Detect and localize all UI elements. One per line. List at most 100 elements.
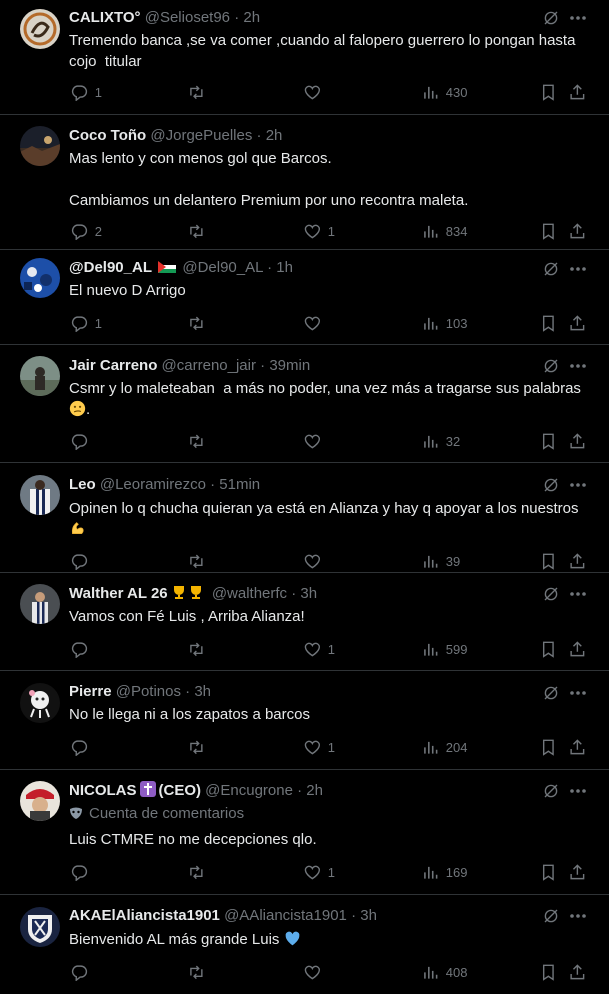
retweet-button[interactable] (187, 221, 206, 241)
reply-button[interactable] (70, 551, 89, 571)
timestamp[interactable]: 2h (266, 127, 283, 144)
bookmark-button[interactable] (539, 737, 558, 757)
share-button[interactable] (568, 862, 587, 882)
like-button[interactable]: 1 (303, 221, 335, 241)
views-button[interactable]: 103 (421, 313, 467, 333)
handle[interactable]: @Leoramirezco (100, 476, 206, 493)
timestamp[interactable]: 1h (276, 259, 293, 276)
views-button[interactable]: 430 (421, 82, 467, 102)
reply-button[interactable] (70, 431, 89, 451)
avatar[interactable] (20, 475, 60, 515)
views-button[interactable]: 169 (421, 862, 467, 882)
reply-button[interactable] (70, 639, 89, 659)
avatar[interactable] (20, 9, 60, 49)
share-button[interactable] (568, 639, 587, 659)
tweet-card[interactable]: NICOLAS (CEO) @Encugrone · 2h Cuenta de c… (0, 770, 609, 895)
timestamp[interactable]: 3h (360, 907, 377, 924)
display-name[interactable]: CALIXTO° (69, 9, 141, 26)
share-button[interactable] (568, 431, 587, 451)
grok-icon[interactable] (542, 357, 560, 375)
tweet-card[interactable]: AKAElAliancista1901 @AAliancista1901 · 3… (0, 895, 609, 994)
more-options-icon[interactable] (568, 907, 588, 925)
retweet-button[interactable] (187, 82, 206, 102)
tweet-card[interactable]: Walther AL 26 @waltherfc · 3h Vamos con … (0, 573, 609, 671)
handle[interactable]: @JorgePuelles (150, 127, 252, 144)
more-options-icon[interactable] (568, 357, 588, 375)
reply-button[interactable] (70, 737, 89, 757)
retweet-button[interactable] (187, 862, 206, 882)
bookmark-button[interactable] (539, 862, 558, 882)
display-name[interactable]: Leo (69, 476, 96, 493)
more-options-icon[interactable] (568, 684, 588, 702)
timestamp[interactable]: 39min (269, 357, 310, 374)
avatar[interactable] (20, 126, 60, 166)
views-button[interactable]: 599 (421, 639, 467, 659)
like-button[interactable]: 1 (303, 862, 335, 882)
retweet-button[interactable] (187, 313, 206, 333)
handle[interactable]: @Selioset96 (145, 9, 230, 26)
like-button[interactable] (303, 431, 322, 451)
avatar[interactable] (20, 584, 60, 624)
display-name[interactable]: Walther AL 26 (69, 585, 168, 602)
views-button[interactable]: 204 (421, 737, 467, 757)
display-name[interactable]: Coco Toño (69, 127, 146, 144)
display-name-suffix[interactable]: (CEO) (159, 782, 202, 799)
reply-button[interactable]: 1 (70, 313, 102, 333)
tweet-card[interactable]: CALIXTO° @Selioset96 · 2h Tremendo banca… (0, 0, 609, 115)
like-button[interactable] (303, 551, 322, 571)
display-name[interactable]: AKAElAliancista1901 (69, 907, 220, 924)
more-options-icon[interactable] (568, 585, 588, 603)
bookmark-button[interactable] (539, 313, 558, 333)
more-options-icon[interactable] (568, 260, 588, 278)
grok-icon[interactable] (542, 907, 560, 925)
retweet-button[interactable] (187, 962, 206, 982)
bookmark-button[interactable] (539, 221, 558, 241)
avatar[interactable] (20, 683, 60, 723)
display-name[interactable]: Jair Carreno (69, 357, 157, 374)
like-button[interactable] (303, 82, 322, 102)
grok-icon[interactable] (542, 585, 560, 603)
avatar[interactable] (20, 907, 60, 947)
share-button[interactable] (568, 82, 587, 102)
retweet-button[interactable] (187, 431, 206, 451)
avatar[interactable] (20, 258, 60, 298)
like-button[interactable] (303, 962, 322, 982)
tweet-card[interactable]: Jair Carreno @carreno_jair · 39min Csmr … (0, 345, 609, 463)
tweet-card[interactable]: @Del90_AL @Del90_AL · 1h El nuevo D Arri… (0, 250, 609, 345)
reply-button[interactable] (70, 862, 89, 882)
views-button[interactable]: 834 (421, 221, 467, 241)
timestamp[interactable]: 51min (219, 476, 260, 493)
timestamp[interactable]: 2h (306, 782, 323, 799)
grok-icon[interactable] (542, 9, 560, 27)
more-options-icon[interactable] (568, 476, 588, 494)
more-options-icon[interactable] (568, 9, 588, 27)
share-button[interactable] (568, 313, 587, 333)
retweet-button[interactable] (187, 737, 206, 757)
share-button[interactable] (568, 962, 587, 982)
tweet-card[interactable]: Leo @Leoramirezco · 51min Opinen lo q ch… (0, 463, 609, 573)
handle[interactable]: @Encugrone (205, 782, 293, 799)
like-button[interactable]: 1 (303, 639, 335, 659)
reply-button[interactable]: 1 (70, 82, 102, 102)
bookmark-button[interactable] (539, 551, 558, 571)
handle[interactable]: @Del90_AL (182, 259, 263, 276)
tweet-card[interactable]: Pierre @Potinos · 3h No le llega ni a lo… (0, 671, 609, 770)
timestamp[interactable]: 3h (194, 683, 211, 700)
bookmark-button[interactable] (539, 962, 558, 982)
timestamp[interactable]: 3h (300, 585, 317, 602)
views-button[interactable]: 408 (421, 962, 467, 982)
grok-icon[interactable] (542, 476, 560, 494)
more-options-icon[interactable] (568, 782, 588, 800)
like-button[interactable]: 1 (303, 737, 335, 757)
share-button[interactable] (568, 551, 587, 571)
display-name[interactable]: @Del90_AL (69, 259, 152, 276)
handle[interactable]: @Potinos (116, 683, 181, 700)
display-name[interactable]: Pierre (69, 683, 112, 700)
retweet-button[interactable] (187, 639, 206, 659)
avatar[interactable] (20, 356, 60, 396)
bookmark-button[interactable] (539, 82, 558, 102)
bookmark-button[interactable] (539, 639, 558, 659)
share-button[interactable] (568, 221, 587, 241)
avatar[interactable] (20, 781, 60, 821)
handle[interactable]: @carreno_jair (162, 357, 256, 374)
